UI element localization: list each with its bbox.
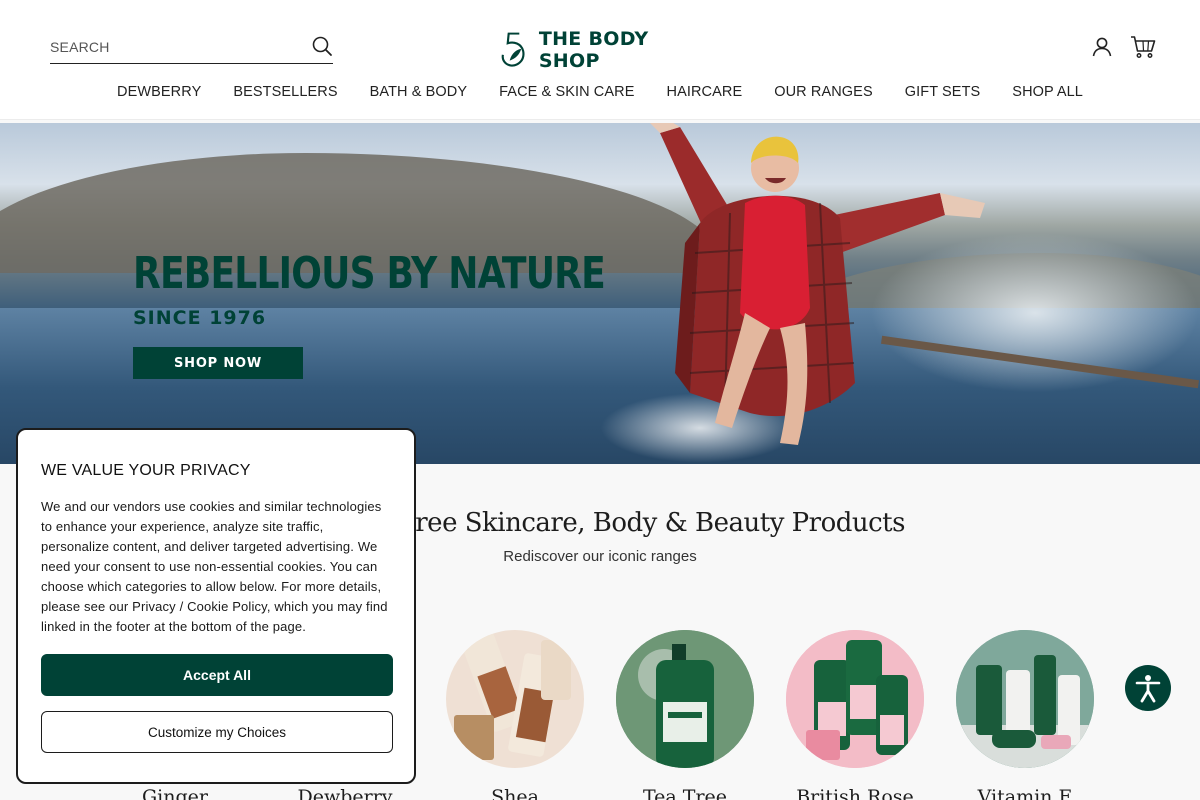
main-nav: DEWBERRY BESTSELLERS BATH & BODY FACE & … xyxy=(0,84,1200,100)
search-bar xyxy=(50,30,333,64)
range-image-tea-tree xyxy=(616,630,754,768)
range-item-shea[interactable]: Shea xyxy=(446,630,584,800)
shop-now-button[interactable]: SHOP NOW xyxy=(133,347,303,379)
hero-banner[interactable]: REBELLIOUS BY NATURE SINCE 1976 SHOP NOW xyxy=(0,123,1200,464)
brand-logo[interactable]: THE BODY SHOP xyxy=(500,28,710,72)
privacy-consent-dialog: WE VALUE YOUR PRIVACY We and our vendors… xyxy=(16,428,416,784)
hero-title: REBELLIOUS BY NATURE xyxy=(133,248,606,299)
range-item-vitamin-e[interactable]: Vitamin E xyxy=(956,630,1094,800)
range-image-british-rose xyxy=(786,630,924,768)
nav-dewberry[interactable]: DEWBERRY xyxy=(117,84,201,100)
accept-all-button[interactable]: Accept All xyxy=(41,654,393,696)
nav-gift-sets[interactable]: GIFT SETS xyxy=(905,84,981,100)
range-image-vitamin-e xyxy=(956,630,1094,768)
range-label: Vitamin E xyxy=(977,786,1073,800)
nav-bestsellers[interactable]: BESTSELLERS xyxy=(233,84,337,100)
site-header: THE BODY SHOP DEWBERRY BESTSELLERS BATH … xyxy=(0,0,1200,120)
range-image-shea xyxy=(446,630,584,768)
privacy-title: WE VALUE YOUR PRIVACY xyxy=(41,462,251,479)
privacy-body: We and our vendors use cookies and simil… xyxy=(41,499,388,634)
nav-our-ranges[interactable]: OUR RANGES xyxy=(774,84,873,100)
range-item-tea-tree[interactable]: Tea Tree xyxy=(616,630,754,800)
header-actions xyxy=(1090,35,1156,59)
nav-haircare[interactable]: HAIRCARE xyxy=(667,84,743,100)
range-label: British Rose xyxy=(796,786,914,800)
accessibility-button[interactable] xyxy=(1125,665,1171,711)
range-item-british-rose[interactable]: British Rose xyxy=(786,630,924,800)
nav-face-skin-care[interactable]: FACE & SKIN CARE xyxy=(499,84,634,100)
accessibility-icon xyxy=(1135,675,1161,703)
search-icon[interactable] xyxy=(311,35,333,57)
range-label: Ginger xyxy=(142,786,208,800)
cart-icon[interactable] xyxy=(1130,35,1156,59)
hero-subtitle: SINCE 1976 xyxy=(133,307,267,329)
nav-shop-all[interactable]: SHOP ALL xyxy=(1012,84,1083,100)
logo-leaf-icon xyxy=(501,32,525,67)
range-label: Tea Tree xyxy=(642,786,728,800)
logo-text: THE BODY SHOP xyxy=(538,28,649,72)
search-input[interactable] xyxy=(50,36,300,58)
range-label: Shea xyxy=(491,786,539,800)
customize-choices-button[interactable]: Customize my Choices xyxy=(41,711,393,753)
account-icon[interactable] xyxy=(1090,35,1114,59)
hero-text-block: REBELLIOUS BY NATURE SINCE 1976 SHOP NOW xyxy=(133,248,709,379)
range-label: Dewberry xyxy=(297,786,393,800)
nav-bath-body[interactable]: BATH & BODY xyxy=(370,84,468,100)
